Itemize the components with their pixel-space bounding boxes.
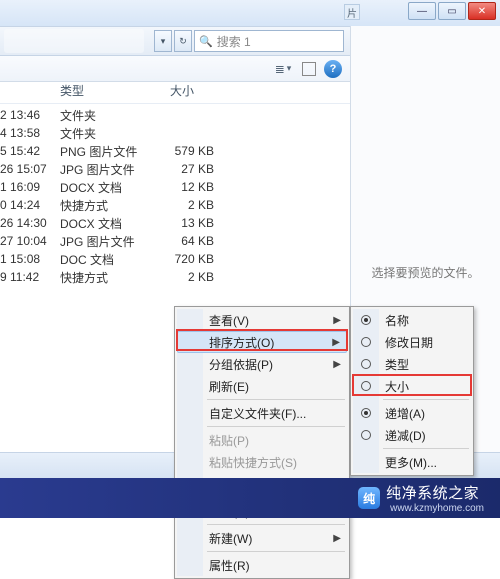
radio-icon (361, 315, 371, 325)
sort-by-type[interactable]: 类型 (353, 353, 471, 375)
help-button[interactable]: ? (324, 60, 342, 78)
list-item[interactable]: 26 15:07JPG 图片文件27 KB (0, 160, 350, 178)
list-item[interactable]: 1 16:09DOCX 文档12 KB (0, 178, 350, 196)
radio-icon (361, 359, 371, 369)
list-item[interactable]: 9 11:42快捷方式2 KB (0, 268, 350, 286)
search-placeholder: 搜索 1 (217, 33, 251, 50)
preview-empty-text: 选择要预览的文件。 (371, 264, 479, 281)
file-list: 2 13:46文件夹 4 13:58文件夹 5 15:42PNG 图片文件579… (0, 106, 350, 318)
list-item[interactable]: 0 14:24快捷方式2 KB (0, 196, 350, 214)
radio-icon (361, 408, 371, 418)
view-layout-button[interactable]: ≣ ▾ (272, 60, 294, 78)
radio-icon (361, 337, 371, 347)
sort-submenu: 名称 修改日期 类型 大小 递增(A) 递减(D) 更多(M)... (350, 306, 474, 476)
list-item[interactable]: 26 14:30DOCX 文档13 KB (0, 214, 350, 232)
titlebar: 片 — ▭ ✕ (0, 0, 500, 26)
menu-sort[interactable]: 排序方式(O)▶ (177, 331, 347, 353)
menu-customize-folder[interactable]: 自定义文件夹(F)... (177, 402, 347, 424)
preview-pane-toggle[interactable] (302, 62, 316, 76)
list-icon: ≣ (275, 62, 285, 76)
column-header-type[interactable]: 类型 (60, 82, 150, 103)
address-dropdown[interactable]: ▾ (154, 30, 172, 52)
chevron-down-icon: ▾ (287, 63, 292, 74)
column-header-date[interactable] (8, 82, 60, 103)
menu-group[interactable]: 分组依据(P)▶ (177, 353, 347, 375)
list-item[interactable]: 2 13:46文件夹 (0, 106, 350, 124)
menu-paste: 粘贴(P) (177, 429, 347, 451)
sort-more[interactable]: 更多(M)... (353, 451, 471, 473)
context-menu: 查看(V)▶ 排序方式(O)▶ 分组依据(P)▶ 刷新(E) 自定义文件夹(F)… (174, 306, 350, 579)
menu-paste-shortcut: 粘贴快捷方式(S) (177, 451, 347, 473)
list-item[interactable]: 27 10:04JPG 图片文件64 KB (0, 232, 350, 250)
submenu-arrow-icon: ▶ (333, 359, 341, 370)
minimize-button[interactable]: — (408, 2, 436, 20)
view-options-bar: ≣ ▾ ? (0, 56, 350, 82)
radio-icon (361, 430, 371, 440)
sort-by-name[interactable]: 名称 (353, 309, 471, 331)
search-box[interactable]: 🔍 搜索 1 (194, 30, 344, 52)
maximize-button[interactable]: ▭ (438, 2, 466, 20)
list-item[interactable]: 1 15:08DOC 文档720 KB (0, 250, 350, 268)
list-item[interactable]: 4 13:58文件夹 (0, 124, 350, 142)
background-tab-chip: 片 (344, 4, 360, 20)
menu-refresh[interactable]: 刷新(E) (177, 375, 347, 397)
window-controls: — ▭ ✕ (408, 2, 496, 20)
sort-ascending[interactable]: 递增(A) (353, 402, 471, 424)
address-toolbar: ▾ ↻ 🔍 搜索 1 (0, 26, 350, 56)
radio-icon (361, 381, 371, 391)
brand-name: 纯净系统之家 (386, 482, 484, 503)
refresh-button[interactable]: ↻ (174, 30, 192, 52)
brand-logo-icon: 纯 (358, 487, 380, 509)
column-headers: 类型 大小 (0, 82, 350, 104)
submenu-arrow-icon: ▶ (333, 533, 341, 544)
menu-properties[interactable]: 属性(R) (177, 554, 347, 576)
sort-by-date[interactable]: 修改日期 (353, 331, 471, 353)
brand-url: www.kzmyhome.com (390, 503, 484, 514)
menu-view[interactable]: 查看(V)▶ (177, 309, 347, 331)
search-icon: 🔍 (199, 35, 213, 48)
list-item[interactable]: 5 15:42PNG 图片文件579 KB (0, 142, 350, 160)
menu-new[interactable]: 新建(W)▶ (177, 527, 347, 549)
column-header-size[interactable]: 大小 (150, 82, 230, 103)
sort-by-size[interactable]: 大小 (353, 375, 471, 397)
address-breadcrumb[interactable] (4, 29, 144, 53)
submenu-arrow-icon: ▶ (332, 337, 340, 348)
watermark-footer: 纯 纯净系统之家 www.kzmyhome.com (0, 478, 500, 518)
close-button[interactable]: ✕ (468, 2, 496, 20)
sort-descending[interactable]: 递减(D) (353, 424, 471, 446)
submenu-arrow-icon: ▶ (333, 315, 341, 326)
